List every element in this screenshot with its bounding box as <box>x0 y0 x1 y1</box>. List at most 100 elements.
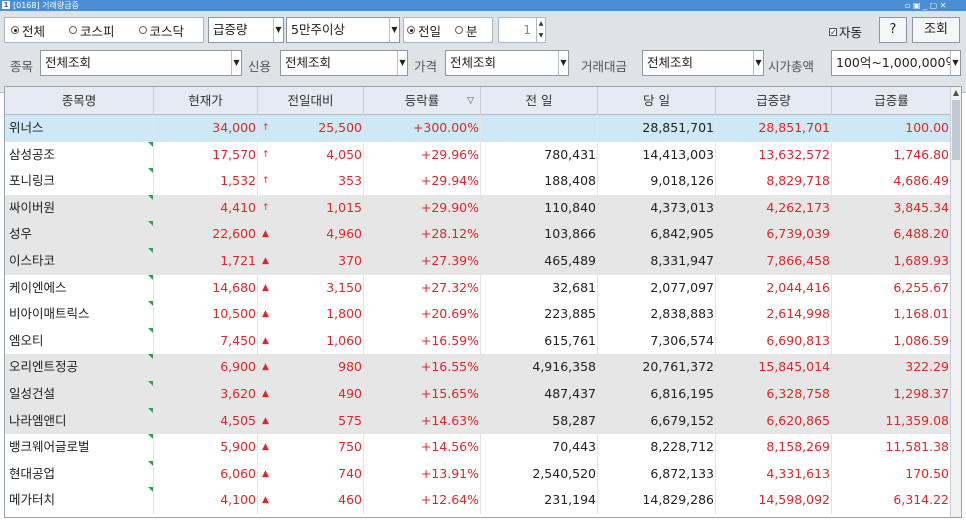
radio-prev-day[interactable]: 전일 <box>404 18 444 42</box>
cell-change: ▲ 1,800 <box>258 301 364 328</box>
table-row[interactable]: 뱅크웨어글로벌 5,900 ▲ 750 +14.56% 70,443 8,228,712 8,… <box>5 434 951 461</box>
stock-filter-select[interactable]: 전체조회 ▼ <box>40 50 242 76</box>
table-row[interactable]: 위너스 34,000 ↑ 25,500 +300.00% 28,851,701 28,851… <box>5 115 951 142</box>
cell-stock-name[interactable]: 엠오티 <box>5 327 154 355</box>
radio-kosdaq[interactable]: 코스닥 <box>133 18 191 42</box>
amount-filter-label: 거래대금 <box>581 59 628 74</box>
cell-stock-name[interactable]: 일성건설 <box>5 380 154 408</box>
cell-stock-name[interactable]: 오리엔트정공 <box>5 354 154 381</box>
cell-stock-name[interactable]: 비아이매트릭스 <box>5 301 154 328</box>
cell-surge-volume: 8,158,269 <box>716 434 832 461</box>
query-button[interactable]: 조회 <box>912 17 960 43</box>
cell-prev-day: 465,489 <box>481 247 598 275</box>
cell-stock-name[interactable]: 싸이버원 <box>5 194 154 222</box>
table-row[interactable]: 일성건설 3,620 ▲ 490 +15.65% 487,437 6,816,195 6,32… <box>5 380 951 408</box>
up-triangle-icon: ▲ <box>262 335 269 346</box>
radio-mark-icon <box>11 26 19 34</box>
cell-rate: +28.12% <box>364 221 481 248</box>
cell-stock-name[interactable]: 현대공업 <box>5 460 154 488</box>
minute-stepper[interactable]: 1 ▲ ▼ <box>498 17 546 43</box>
cap-filter-label: 시가총액 <box>768 59 815 74</box>
price-filter-select[interactable]: 전체조회 ▼ <box>445 50 569 76</box>
cell-prev-day: 231,194 <box>481 487 598 514</box>
cell-price: 3,620 <box>154 380 258 408</box>
cell-change: ▲ 4,960 <box>258 221 364 248</box>
toolbar: 전체 코스피 코스닥 급증량 ▼ 5만주이상 ▼ 전일 분 1 ▲ ▼ ✓ 자동 … <box>0 11 966 93</box>
table-row[interactable]: 이스타코 1,721 ▲ 370 +27.39% 465,489 8,331,947 7,86… <box>5 247 951 275</box>
radio-mark-icon <box>407 26 415 34</box>
cell-prev-day: 2,540,520 <box>481 460 598 488</box>
cell-price: 1,721 <box>154 247 258 275</box>
checkbox-mark-icon: ✓ <box>829 27 837 37</box>
credit-filter-select[interactable]: 전체조회 ▼ <box>280 50 408 76</box>
table-row[interactable]: 메가터치 4,100 ▲ 460 +12.64% 231,194 14,829,286 14,… <box>5 487 951 514</box>
flag-marker-icon <box>148 407 153 413</box>
cell-stock-name[interactable]: 나라엠앤디 <box>5 407 154 435</box>
cell-surge-volume: 7,866,458 <box>716 247 832 275</box>
cell-surge-rate: 1,298.37 <box>832 380 951 408</box>
table-header: 종목명 현재가 전일대비 등락률 ▽ 전 일 당 일 급증량 급증률 <box>5 87 951 115</box>
cell-surge-rate: 3,845.34 <box>832 194 951 222</box>
col-header-change[interactable]: 전일대비 <box>258 87 364 115</box>
amount-filter-select[interactable]: 전체조회 ▼ <box>642 50 764 76</box>
cell-stock-name[interactable]: 위너스 <box>5 115 154 142</box>
limit-up-arrow-icon: ↑ <box>262 123 270 133</box>
cell-price: 34,000 <box>154 115 258 142</box>
table-row[interactable]: 현대공업 6,060 ▲ 740 +13.91% 2,540,520 6,872,133 4,… <box>5 460 951 488</box>
cell-stock-name[interactable]: 이스타코 <box>5 247 154 275</box>
scroll-up-icon[interactable]: ▲ <box>951 87 961 99</box>
cell-stock-name[interactable]: 케이엔에스 <box>5 274 154 302</box>
cell-stock-name[interactable]: 포니링크 <box>5 168 154 195</box>
cell-stock-name[interactable]: 성우 <box>5 221 154 248</box>
col-header-today[interactable]: 당 일 <box>598 87 716 115</box>
window-title: [0168] 거래량급증 <box>13 1 79 10</box>
up-triangle-icon: ▲ <box>262 309 269 320</box>
table-row[interactable]: 삼성공조 17,570 ↑ 4,050 +29.96% 780,431 14,413,003… <box>5 141 951 169</box>
cell-stock-name[interactable]: 삼성공조 <box>5 141 154 169</box>
stepper-arrows-icon[interactable]: ▲ ▼ <box>536 18 545 42</box>
radio-minute[interactable]: 분 <box>452 18 481 42</box>
col-header-surge-rate[interactable]: 급증률 <box>832 87 951 115</box>
chevron-down-icon: ▼ <box>753 51 763 75</box>
cell-rate: +14.63% <box>364 407 481 435</box>
table-row[interactable]: 오리엔트정공 6,900 ▲ 980 +16.55% 4,916,358 20,761,37… <box>5 354 951 381</box>
cell-price: 4,100 <box>154 487 258 514</box>
help-button[interactable]: ? <box>879 17 907 43</box>
cell-today: 4,373,013 <box>598 194 716 222</box>
up-triangle-icon: ▲ <box>262 388 269 399</box>
col-header-prev-day[interactable]: 전 일 <box>481 87 598 115</box>
table-row[interactable]: 케이엔에스 14,680 ▲ 3,150 +27.32% 32,681 2,077,097 2… <box>5 274 951 302</box>
cap-filter-select[interactable]: 100억~1,000,000억 ▼ <box>831 50 961 76</box>
cell-today: 6,816,195 <box>598 380 716 408</box>
radio-kospi[interactable]: 코스피 <box>63 18 121 42</box>
col-header-rate[interactable]: 등락률 ▽ <box>364 87 481 115</box>
radio-all[interactable]: 전체 <box>5 18 51 42</box>
cell-rate: +16.55% <box>364 354 481 381</box>
vertical-scrollbar[interactable]: ▲ <box>950 87 961 517</box>
flag-marker-icon <box>148 460 153 466</box>
cell-surge-rate: 6,314.22 <box>832 487 951 514</box>
radio-mark-icon <box>69 26 78 34</box>
col-header-name[interactable]: 종목명 <box>5 87 154 115</box>
col-header-surge-volume[interactable]: 급증량 <box>716 87 832 115</box>
cell-stock-name[interactable]: 뱅크웨어글로벌 <box>5 434 154 461</box>
auto-checkbox[interactable]: ✓ 자동 <box>829 22 862 41</box>
cell-surge-rate: 1,168.01 <box>832 301 951 328</box>
cell-stock-name[interactable]: 메가터치 <box>5 487 154 514</box>
scroll-thumb[interactable] <box>952 100 960 160</box>
col-header-price[interactable]: 현재가 <box>154 87 258 115</box>
market-radio-group: 전체 코스피 코스닥 <box>4 17 204 43</box>
cell-surge-rate: 100.00 <box>832 115 951 142</box>
table-row[interactable]: 포니링크 1,532 ↑ 353 +29.94% 188,408 9,018,126 8,82… <box>5 168 951 195</box>
volume-select[interactable]: 5만주이상 ▼ <box>286 17 400 43</box>
cell-change: ↑ 25,500 <box>258 115 364 142</box>
window-controls[interactable]: ▫ ▣ _ ▢ ✕ <box>905 0 946 11</box>
table-row[interactable]: 성우 22,600 ▲ 4,960 +28.12% 103,866 6,842,905 6,7… <box>5 221 951 248</box>
cell-surge-volume: 14,598,092 <box>716 487 832 514</box>
table-row[interactable]: 엠오티 7,450 ▲ 1,060 +16.59% 615,761 7,306,574 6,6… <box>5 327 951 355</box>
table-row[interactable]: 싸이버원 4,410 ↑ 1,015 +29.90% 110,840 4,373,013 4,… <box>5 194 951 222</box>
sort-select[interactable]: 급증량 ▼ <box>208 17 284 43</box>
cell-price: 6,900 <box>154 354 258 381</box>
table-row[interactable]: 비아이매트릭스 10,500 ▲ 1,800 +20.69% 223,885 2,838,8… <box>5 301 951 328</box>
table-row[interactable]: 나라엠앤디 4,505 ▲ 575 +14.63% 58,287 6,679,152 6,62… <box>5 407 951 435</box>
